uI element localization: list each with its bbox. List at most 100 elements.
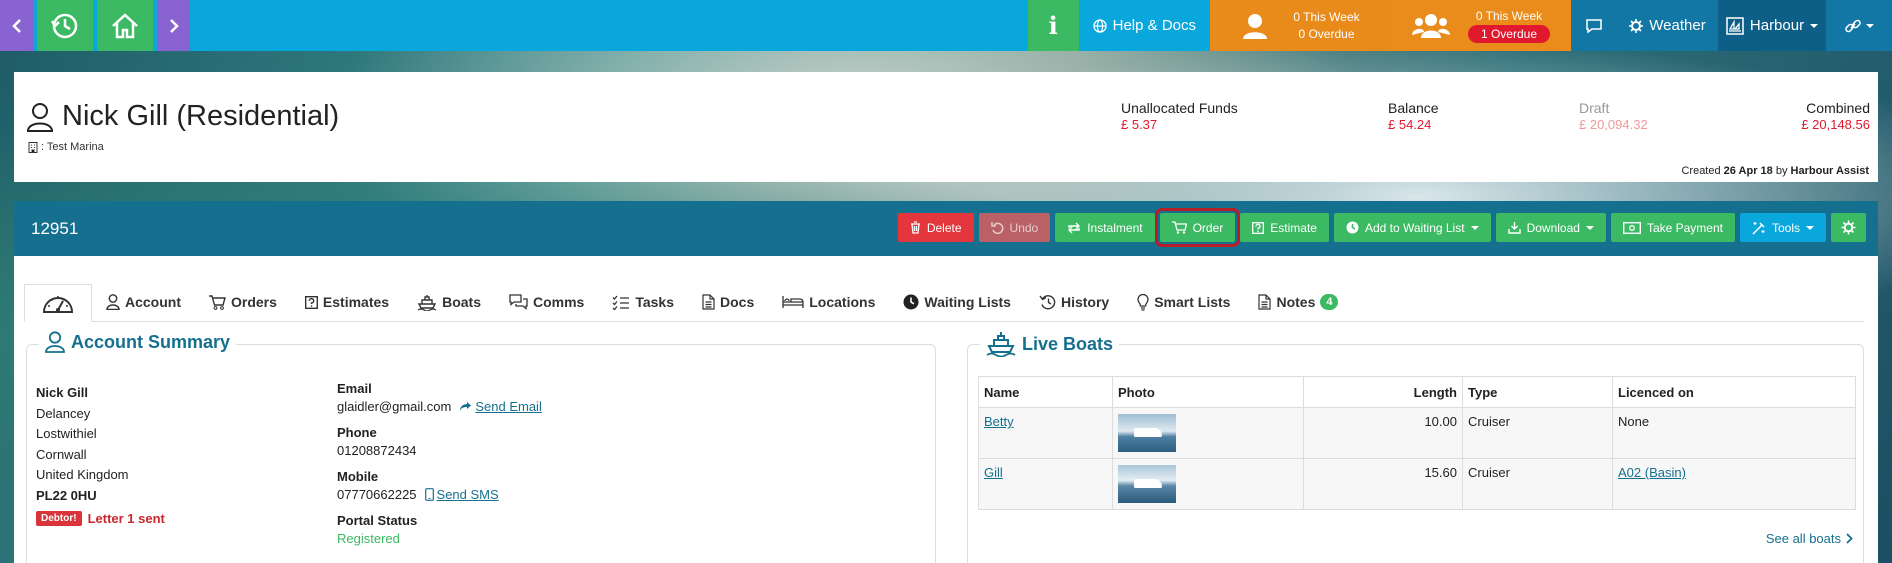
tab-orders[interactable]: Orders (195, 283, 291, 321)
boats-table: Name Photo Length Type Licenced on Betty… (978, 376, 1856, 510)
send-sms-link[interactable]: Send SMS (424, 487, 499, 502)
undo-icon (990, 222, 1003, 234)
info-button[interactable]: i (1027, 0, 1079, 51)
address-line: Cornwall (36, 446, 87, 462)
chevron-down-icon (1585, 225, 1594, 230)
money-icon (1622, 221, 1641, 234)
take-payment-button[interactable]: Take Payment (1610, 213, 1735, 242)
undo-button[interactable]: Undo (978, 213, 1051, 242)
document-icon (702, 294, 715, 310)
tab-smart-lists-label: Smart Lists (1154, 294, 1231, 310)
tab-account-label: Account (125, 294, 181, 310)
chevron-right-icon (169, 18, 179, 33)
team-tasks-overdue-badge[interactable]: 1 Overdue (1467, 25, 1551, 43)
delete-button[interactable]: Delete (897, 213, 974, 242)
tab-waiting-lists[interactable]: Waiting Lists (889, 283, 1025, 321)
top-navbar: i Help & Docs 0 This Week 0 Overdue 0 Th… (0, 0, 1892, 51)
order-button[interactable]: Order (1154, 208, 1241, 247)
boat-photo[interactable] (1118, 414, 1176, 452)
download-button[interactable]: Download (1495, 213, 1606, 242)
harbour-label: Harbour (1749, 17, 1805, 34)
draft-label: Draft (1579, 100, 1610, 116)
debtor-status: Debtor! Letter 1 sent (36, 511, 165, 526)
tasks-icon (612, 295, 630, 310)
users-icon (1411, 13, 1450, 38)
account-summary-panel: Account Summary Nick Gill Delancey Lostw… (26, 331, 936, 563)
main-content: Account Orders Estimates Boats Comms Tas… (14, 256, 1878, 563)
tab-locations[interactable]: Locations (768, 283, 889, 321)
tab-docs[interactable]: Docs (688, 283, 768, 321)
action-buttons: Delete Undo Instalment Order Estimate Ad… (897, 208, 1866, 247)
tab-boats[interactable]: Boats (403, 283, 495, 321)
history-icon (50, 13, 78, 38)
tab-estimates[interactable]: Estimates (291, 283, 403, 321)
help-docs-label: Help & Docs (1112, 17, 1196, 34)
send-email-label: Send Email (475, 399, 542, 414)
column-header-type[interactable]: Type (1462, 376, 1613, 408)
contact-details: Email glaidler@gmail.com Send Email Phon… (337, 381, 542, 557)
postcode: PL22 0HU (36, 487, 97, 503)
boat-photo[interactable] (1118, 465, 1176, 503)
account-summary-title-text: Account Summary (71, 331, 231, 352)
tab-notes[interactable]: Notes 4 (1244, 283, 1352, 321)
tab-tasks[interactable]: Tasks (598, 283, 688, 321)
column-header-licenced-on[interactable]: Licenced on (1612, 376, 1856, 408)
clock-icon (1346, 221, 1359, 234)
account-name: Nick Gill (Residential) (62, 100, 340, 132)
add-to-waiting-list-button[interactable]: Add to Waiting List (1333, 213, 1491, 242)
share-icon (460, 402, 472, 411)
boat-name-link[interactable]: Betty (984, 414, 1014, 429)
boat-licenced-on: None (1612, 407, 1856, 459)
help-docs-button[interactable]: Help & Docs (1078, 0, 1210, 51)
messages-button[interactable] (1571, 0, 1617, 51)
instalment-button[interactable]: Instalment (1055, 213, 1155, 242)
see-all-boats-link[interactable]: See all boats (1766, 531, 1853, 546)
column-header-length[interactable]: Length (1303, 376, 1463, 408)
weather-button[interactable]: Weather (1617, 0, 1718, 51)
estimate-button[interactable]: Estimate (1240, 213, 1329, 242)
address-line: Lostwithiel (36, 426, 97, 441)
draft-value: £ 20,094.32 (1579, 117, 1648, 132)
forward-button[interactable] (157, 0, 190, 51)
dashboard-icon (42, 296, 74, 313)
estimate-label: Estimate (1270, 220, 1317, 235)
tab-smart-lists[interactable]: Smart Lists (1123, 283, 1244, 321)
comments-icon (509, 294, 528, 310)
clock-icon (903, 294, 919, 310)
email-label: Email (337, 381, 372, 396)
notes-count-badge: 4 (1320, 294, 1339, 310)
cart-icon (209, 294, 226, 310)
team-tasks-button[interactable]: 0 This Week 1 Overdue (1391, 0, 1571, 51)
tab-orders-label: Orders (231, 294, 277, 310)
email-row: glaidler@gmail.com Send Email (337, 399, 542, 414)
tab-boats-label: Boats (442, 294, 481, 310)
person-icon (106, 294, 120, 310)
download-icon (1507, 222, 1521, 234)
tab-account[interactable]: Account (92, 283, 195, 321)
column-header-name[interactable]: Name (978, 376, 1113, 408)
created-info: Created 26 Apr 18 by Harbour Assist (1681, 165, 1869, 177)
tab-dashboard[interactable] (24, 284, 92, 322)
tab-comms[interactable]: Comms (495, 283, 598, 321)
boat-name-link[interactable]: Gill (984, 465, 1003, 480)
phone-value: 01208872434 (337, 443, 417, 458)
weather-label: Weather (1649, 17, 1706, 34)
home-button[interactable] (97, 0, 153, 51)
links-dropdown[interactable] (1826, 0, 1892, 51)
send-email-link[interactable]: Send Email (459, 399, 542, 414)
lightbulb-icon (1137, 293, 1149, 311)
tools-button[interactable]: Tools (1739, 213, 1826, 242)
tab-history[interactable]: History (1025, 283, 1123, 321)
document-icon (1258, 294, 1272, 310)
berth-link[interactable]: A02 (Basin) (1618, 465, 1686, 480)
my-tasks-button[interactable]: 0 This Week 0 Overdue (1210, 0, 1391, 51)
settings-button[interactable] (1831, 213, 1866, 242)
bed-icon (782, 296, 804, 308)
download-label: Download (1526, 220, 1580, 235)
history-button[interactable] (37, 0, 93, 51)
person-icon (45, 331, 65, 353)
back-button[interactable] (0, 0, 33, 51)
chevron-down-icon (1470, 225, 1479, 230)
harbour-dropdown[interactable]: Harbour (1718, 0, 1826, 51)
column-header-photo: Photo (1112, 376, 1304, 408)
